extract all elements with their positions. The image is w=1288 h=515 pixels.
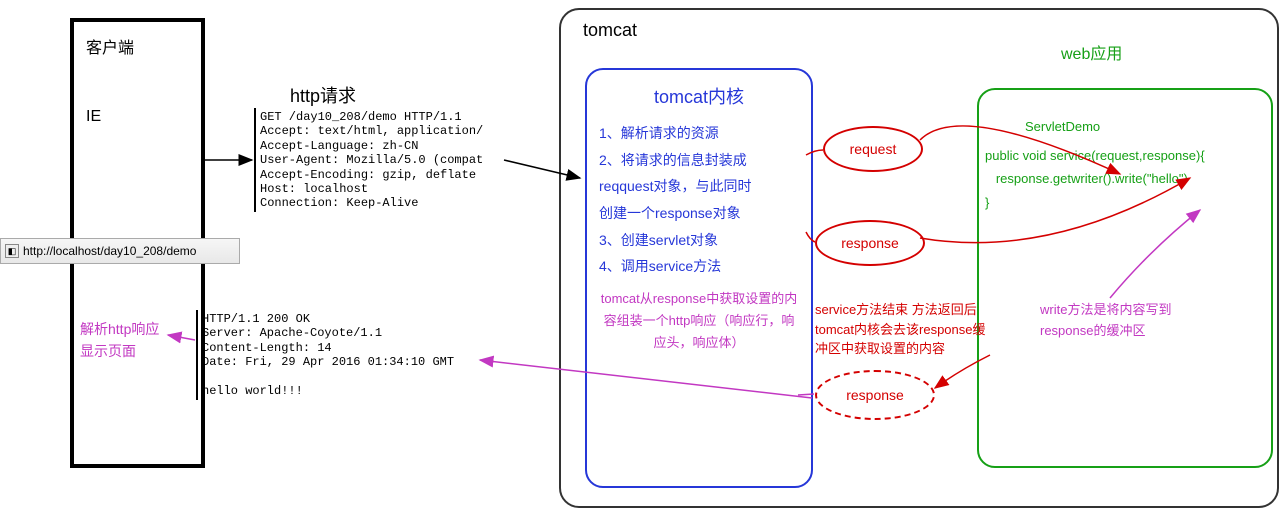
url-text: http://localhost/day10_208/demo [23,244,196,258]
kernel-step2b: reqquest对象，与此同时 [599,173,799,200]
kernel-step2a: 2、将请求的信息封装成 [599,147,799,174]
parse-response-note: 解析http响应 显示页面 [80,318,159,363]
webapp-title: web应用 [1061,40,1122,64]
http-response-block: HTTP/1.1 200 OK Server: Apache-Coyote/1.… [196,310,466,400]
response-bubble-1: response [815,220,925,266]
http-request-title: http请求 [290,82,356,108]
webapp-box: ServletDemo public void service(request,… [977,88,1273,468]
tomcat-title: tomcat [583,20,637,41]
servlet-code: public void service(request,response){ r… [985,144,1265,214]
response-bubble-2: response [815,370,935,420]
kernel-bottom-note: tomcat从response中获取设置的内容组装一个http响应（响应行，响应… [599,288,799,354]
kernel-title: tomcat内核 [599,80,799,114]
kernel-step3: 3、创建servlet对象 [599,227,799,254]
write-buffer-note: write方法是将内容写到response的缓冲区 [1040,300,1220,342]
request-bubble: request [823,126,923,172]
parse-line2: 显示页面 [80,340,159,362]
parse-line1: 解析http响应 [80,318,159,340]
service-return-note: service方法结束 方法返回后tomcat内核会去该response缓冲区中… [815,300,995,359]
url-bar: ◧ http://localhost/day10_208/demo [0,238,240,264]
tomcat-box: tomcat tomcat内核 1、解析请求的资源 2、将请求的信息封装成 re… [559,8,1279,508]
http-request-block: GET /day10_208/demo HTTP/1.1 Accept: tex… [254,108,504,212]
client-browser: IE [86,108,189,126]
client-title: 客户端 [86,34,189,58]
servlet-class-name: ServletDemo [1025,119,1265,134]
tomcat-kernel-box: tomcat内核 1、解析请求的资源 2、将请求的信息封装成 reqquest对… [585,68,813,488]
kernel-step2c: 创建一个response对象 [599,200,799,227]
kernel-step1: 1、解析请求的资源 [599,120,799,147]
page-icon: ◧ [5,244,19,258]
kernel-step4: 4、调用service方法 [599,253,799,280]
